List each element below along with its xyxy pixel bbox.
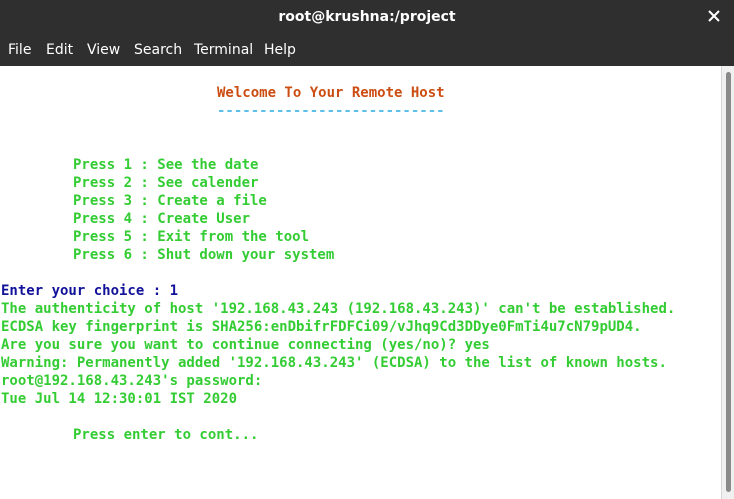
continue-prompt: Press enter to cont... <box>73 427 259 443</box>
window-title: root@krushna:/project <box>278 9 456 25</box>
output-line: Tue Jul 14 12:30:01 IST 2020 <box>1 391 238 407</box>
output-line: ECDSA key fingerprint is SHA256:enDbifrF… <box>1 319 642 335</box>
output-line: Warning: Permanently added '192.168.43.2… <box>1 355 667 371</box>
menu-search[interactable]: Search <box>134 42 182 58</box>
menu-line: Press 1 : See the date <box>73 157 259 173</box>
scrollbar-thumb[interactable] <box>726 72 731 492</box>
menu-line: Press 4 : Create User <box>73 211 251 227</box>
banner-underline: --------------------------- <box>217 103 445 119</box>
close-icon[interactable] <box>706 8 722 24</box>
output-line: The authenticity of host '192.168.43.243… <box>1 301 676 317</box>
output-line: root@192.168.43.243's password: <box>1 373 263 389</box>
menu-edit[interactable]: Edit <box>46 42 73 58</box>
menu-view[interactable]: View <box>87 42 120 58</box>
menu-line: Press 6 : Shut down your system <box>73 247 335 263</box>
banner-title: Welcome To Your Remote Host <box>217 85 445 101</box>
menu-line: Press 3 : Create a file <box>73 193 267 209</box>
choice-value: 1 <box>169 283 179 299</box>
menu-terminal[interactable]: Terminal <box>194 42 253 58</box>
menu-file[interactable]: File <box>8 42 31 58</box>
choice-prompt: Enter your choice : <box>1 283 170 299</box>
menu-line: Press 2 : See calender <box>73 175 259 191</box>
terminal-window: root@krushna:/project File Edit View Sea… <box>0 0 734 499</box>
menu-bar: File Edit View Search Terminal Help <box>0 36 734 66</box>
menu-line: Press 5 : Exit from the tool <box>73 229 310 245</box>
choice-prompt-line: Enter your choice : 1 <box>1 282 178 300</box>
title-bar[interactable]: root@krushna:/project <box>0 0 734 36</box>
terminal-output[interactable]: Welcome To Your Remote Host ------------… <box>0 66 721 499</box>
vertical-scrollbar[interactable] <box>721 66 734 499</box>
menu-help[interactable]: Help <box>264 42 296 58</box>
output-line: Are you sure you want to continue connec… <box>1 337 490 353</box>
